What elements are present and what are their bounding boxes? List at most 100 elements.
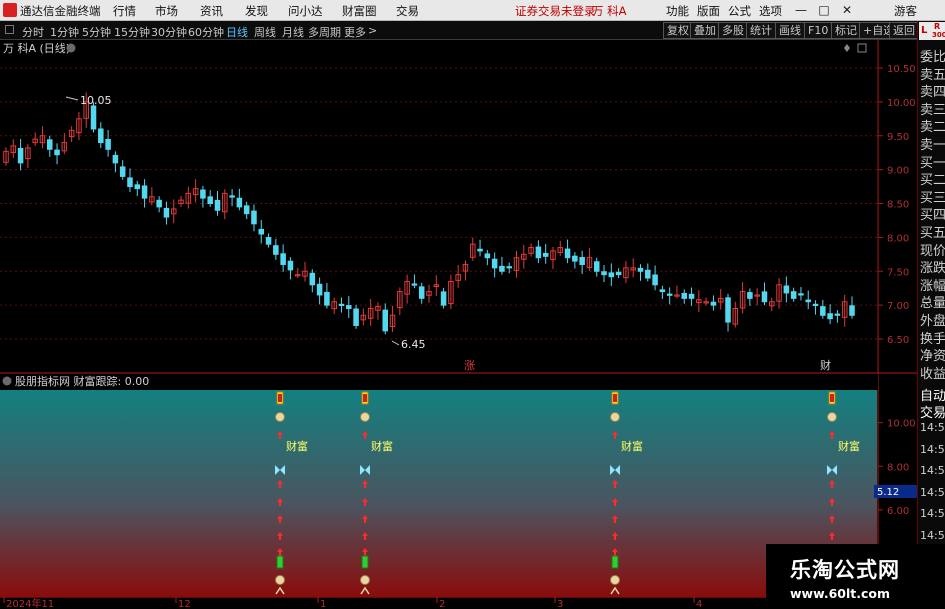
price-axis-label: 9.00 bbox=[887, 166, 909, 177]
period-month[interactable]: 月线 bbox=[282, 24, 304, 40]
period-week[interactable]: 周线 bbox=[254, 24, 276, 40]
signal-label: 财富 bbox=[838, 439, 860, 453]
period-fenshi[interactable]: 分时 bbox=[22, 24, 44, 40]
cai-marker[interactable]: 财 bbox=[820, 358, 831, 372]
candle-body bbox=[265, 237, 272, 245]
signal-label: 财富 bbox=[286, 439, 308, 453]
period-day[interactable]: 日线 bbox=[226, 24, 248, 40]
quote-row-label: 买二 bbox=[920, 173, 945, 189]
signal-top-fill bbox=[363, 394, 367, 402]
tool-fanhui[interactable]: 返回 bbox=[889, 22, 919, 39]
chart-settings-icon[interactable] bbox=[66, 43, 76, 53]
menu-banmian[interactable]: 版面 bbox=[697, 3, 720, 19]
candle-body bbox=[98, 128, 104, 144]
menu-gongshi[interactable]: 公式 bbox=[728, 3, 751, 19]
tool-diejia[interactable]: 叠加 bbox=[690, 22, 720, 39]
candle-body bbox=[849, 305, 855, 316]
quote-side-panel: L R 300 委比 卖五 卖四 卖三 卖二 卖一 买一 买二 买三 买四 买五 现价 涨跌 涨幅 总量 外盘… bbox=[917, 21, 945, 609]
menu-gongneng[interactable]: 功能 bbox=[666, 3, 689, 19]
candle-body bbox=[637, 267, 644, 272]
quote-row-label: 换手 bbox=[920, 331, 945, 347]
zhang-marker[interactable]: 涨 bbox=[464, 359, 475, 372]
trade-status[interactable]: 证券交易未登录 bbox=[515, 3, 596, 19]
candle-body bbox=[681, 292, 688, 299]
price-axis-label: 7.50 bbox=[887, 267, 909, 278]
period-1min[interactable]: 1分钟 bbox=[50, 24, 79, 40]
candle-body bbox=[484, 253, 491, 259]
candle-body bbox=[477, 248, 483, 252]
time-axis-label: 2024年11 bbox=[6, 597, 54, 609]
menu-jiaoyi[interactable]: 交易 bbox=[396, 3, 419, 19]
period-more[interactable]: 更多 bbox=[344, 24, 366, 40]
time-axis-label: 12 bbox=[178, 599, 191, 609]
indicator-axis-label: 8.00 bbox=[887, 462, 909, 473]
chevron-right-icon[interactable]: > bbox=[368, 24, 377, 37]
candle-body bbox=[593, 261, 600, 272]
quote-row-label: 卖一 bbox=[920, 138, 945, 153]
menu-caifuquan[interactable]: 财富圈 bbox=[342, 3, 377, 19]
menu-faxian[interactable]: 发现 bbox=[245, 3, 268, 19]
candle-body bbox=[258, 228, 265, 235]
maximize-icon[interactable]: □ bbox=[815, 2, 833, 19]
menu-wenxiaoda[interactable]: 问小达 bbox=[288, 3, 323, 19]
signal-bottom-box bbox=[361, 555, 369, 569]
tool-fuquan[interactable]: 复权 bbox=[663, 22, 693, 39]
quote-row-label: 卖四 bbox=[920, 85, 945, 101]
menu-hangqing[interactable]: 行情 bbox=[113, 3, 136, 19]
quote-row-label: 卖二 bbox=[920, 120, 945, 136]
tool-tongji[interactable]: 统计 bbox=[746, 22, 776, 39]
candle-body bbox=[820, 306, 826, 316]
money-bag-icon bbox=[610, 412, 620, 422]
close-icon[interactable]: ✕ bbox=[838, 2, 856, 19]
lr-badge[interactable]: L R 300 bbox=[919, 22, 945, 40]
price-axis-label: 8.00 bbox=[887, 233, 909, 244]
period-5min[interactable]: 5分钟 bbox=[82, 24, 111, 40]
badge-l: L bbox=[921, 25, 928, 36]
chart-canvas[interactable]: 10.50 10.00 9.50 9.00 8.50 8.00 7.50 7.00 6.50 万… bbox=[0, 0, 945, 609]
candle-body bbox=[229, 195, 235, 198]
money-bag-icon bbox=[610, 575, 620, 585]
tool-f10[interactable]: F10 bbox=[804, 22, 833, 39]
price-axis: 10.50 10.00 9.50 9.00 8.50 8.00 7.50 7.00 6.50 bbox=[878, 64, 916, 346]
trade-label[interactable]: 交易 bbox=[920, 402, 945, 421]
money-bag-icon bbox=[360, 412, 370, 422]
tool-huaxian[interactable]: 画线 bbox=[775, 22, 805, 39]
menu-zixun[interactable]: 资讯 bbox=[200, 3, 223, 19]
candle-body bbox=[645, 269, 651, 279]
tool-duogu[interactable]: 多股 bbox=[718, 22, 748, 39]
candle-body bbox=[207, 196, 213, 205]
tool-biaoji[interactable]: 标记 bbox=[831, 22, 861, 39]
tick-time: 14:5 bbox=[920, 442, 945, 456]
quote-row-label: 收益 bbox=[920, 366, 945, 382]
high-price-label: 10.05 bbox=[80, 94, 112, 107]
period-60min[interactable]: 60分钟 bbox=[188, 24, 224, 40]
tick-time: 14:5 bbox=[920, 528, 945, 542]
candle-body bbox=[542, 252, 549, 257]
period-multi[interactable]: 多周期 bbox=[308, 24, 341, 40]
price-axis-label: 8.50 bbox=[887, 200, 909, 211]
candle-body bbox=[812, 303, 819, 306]
candle-body bbox=[127, 177, 133, 188]
candle-body bbox=[46, 139, 53, 150]
menu-shichang[interactable]: 市场 bbox=[155, 3, 178, 19]
quote-row-label: 卖五 bbox=[920, 67, 945, 83]
menu-xuanxiang[interactable]: 选项 bbox=[759, 3, 782, 19]
candle-body bbox=[805, 299, 812, 303]
time-axis-label: 4 bbox=[696, 599, 702, 609]
candle-body bbox=[134, 184, 141, 190]
minimize-icon[interactable]: — bbox=[792, 2, 810, 19]
candle-body bbox=[17, 147, 24, 164]
quote-row-label: 涨幅 bbox=[920, 278, 945, 294]
price-axis-label: 6.50 bbox=[887, 335, 909, 346]
watermark-title: 乐淘公式网 bbox=[790, 558, 900, 582]
price-axis-label: 10.00 bbox=[887, 98, 916, 109]
candle-body bbox=[119, 166, 126, 177]
price-axis-label: 7.00 bbox=[887, 301, 909, 312]
checkbox-icon[interactable] bbox=[5, 25, 14, 34]
app-logo-icon bbox=[3, 3, 17, 17]
guest-label[interactable]: 游客 bbox=[894, 3, 917, 19]
period-30min[interactable]: 30分钟 bbox=[151, 24, 187, 40]
quote-row-label: 涨跌 bbox=[920, 261, 945, 277]
period-15min[interactable]: 15分钟 bbox=[114, 24, 150, 40]
indicator-settings-icon[interactable] bbox=[2, 376, 12, 386]
